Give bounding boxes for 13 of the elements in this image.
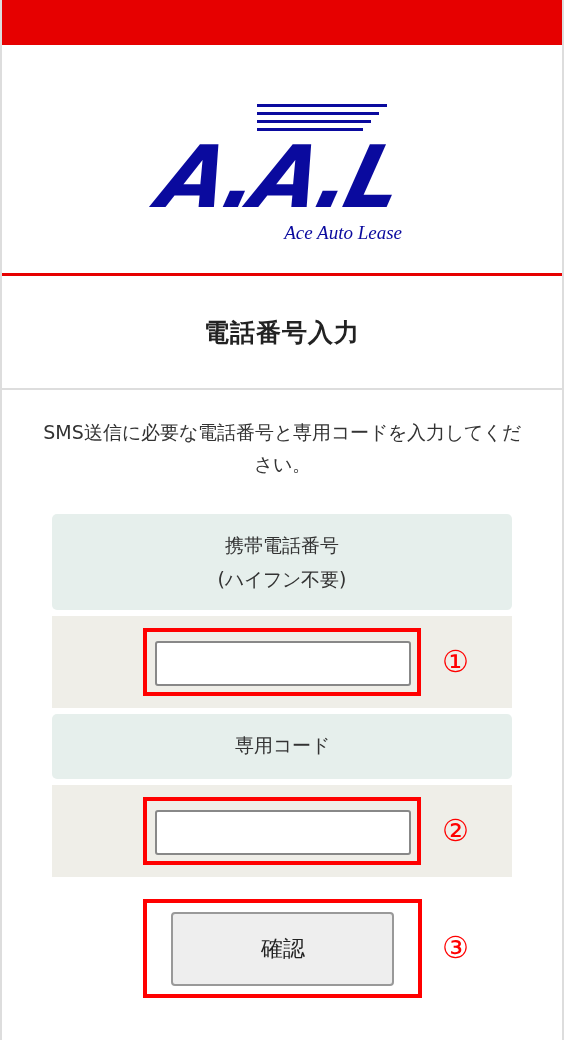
logo-tagline: Ace Auto Lease — [284, 222, 402, 244]
confirm-button[interactable]: 確認 — [171, 911, 394, 986]
field-label: 専用コード — [52, 714, 512, 779]
annotation-number: ① — [442, 647, 469, 677]
input-field[interactable] — [155, 810, 411, 855]
logo-mark: A.A.L — [151, 134, 410, 220]
input-field[interactable] — [155, 641, 411, 686]
annotation-number: ② — [442, 816, 469, 846]
annotation-number: ③ — [442, 933, 469, 963]
field-label: 携帯電話番号 (ハイフン不要) — [52, 514, 512, 610]
page-title: 電話番号入力 — [204, 316, 360, 349]
instruction-text: SMS送信に必要な電話番号と専用コードを入力してください。 — [42, 420, 522, 477]
speed-lines-icon — [257, 104, 387, 134]
